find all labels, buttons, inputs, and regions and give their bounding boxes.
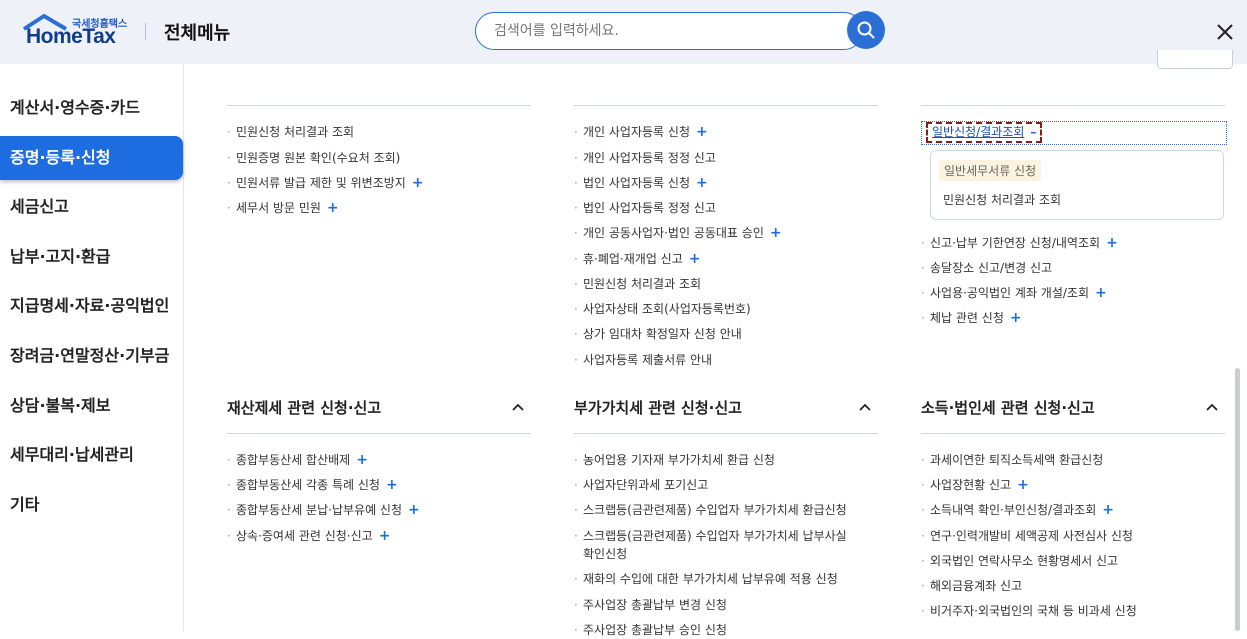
header-divider — [145, 23, 146, 40]
menu-link[interactable]: · 과세이연한 퇴직소득세액 환급신청 — [921, 451, 1103, 469]
submenu-tag: 일반세무서류 신청 — [939, 160, 1042, 181]
expand-icon[interactable]: + — [379, 528, 391, 544]
menu-link[interactable]: · 비거주자·외국법인의 국채 등 비과세 신청 — [921, 602, 1137, 620]
page-title: 전체메뉴 — [164, 23, 231, 44]
menu-link[interactable]: · 스크랩등(금관련제품) 수입업자 부가가치세 환급신청 — [574, 501, 847, 519]
close-icon — [1217, 24, 1233, 40]
menu-link[interactable]: · 스크랩등(금관련제품) 수입업자 부가가치세 납부사실 — [574, 527, 847, 545]
menu-link[interactable]: · 상가 임대차 확정일자 신청 안내 — [574, 325, 742, 343]
sidebar-item-statements[interactable]: 지급명세·자료·공익법인 — [0, 284, 183, 328]
expand-icon[interactable]: + — [386, 477, 398, 493]
top-right-button[interactable] — [1157, 50, 1233, 69]
sidebar-item-receipts[interactable]: 계산서·영수증·카드 — [0, 86, 183, 130]
menu-link[interactable]: · 개인 사업자등록 정정 신고 — [574, 149, 716, 167]
general-request-link[interactable]: 일반신청/결과조회 – — [926, 122, 1043, 143]
expand-icon[interactable]: + — [696, 124, 708, 140]
section-title: 소득·법인세 관련 신청·신고 — [921, 399, 1095, 417]
menu-link[interactable]: · 민원증명 원본 확인(수요처 조회) — [227, 149, 400, 167]
menu-link[interactable]: · 민원신청 처리결과 조회 — [227, 123, 354, 141]
expand-icon[interactable]: + — [1095, 285, 1107, 301]
expand-icon[interactable]: + — [770, 225, 782, 241]
menu-link[interactable]: · 종합부동산세 분납·납부유예 신청 + — [227, 501, 420, 519]
menu-link[interactable]: · 소득내역 확인·부인신청/결과조회 + — [921, 501, 1114, 519]
expand-icon[interactable]: + — [408, 502, 420, 518]
search-button[interactable] — [847, 11, 885, 49]
menu-link[interactable]: · 민원신청 처리결과 조회 — [574, 275, 701, 293]
menu-link[interactable]: · 종합부동산세 합산배제 + — [227, 451, 368, 469]
submenu-link[interactable]: 민원신청 처리결과 조회 — [943, 191, 1061, 208]
section-rule — [574, 433, 878, 434]
sidebar-item-other[interactable]: 기타 — [0, 483, 183, 527]
sidebar-item-certificates[interactable]: 증명·등록·신청 — [0, 136, 183, 180]
expand-icon[interactable]: + — [412, 175, 424, 191]
menu-link[interactable]: · 법인 사업자등록 신청 + — [574, 174, 708, 192]
menu-link[interactable]: · 신고·납부 기한연장 신청/내역조회 + — [921, 234, 1118, 252]
expand-icon[interactable]: + — [696, 175, 708, 191]
expand-icon[interactable]: + — [1010, 310, 1022, 326]
close-button[interactable] — [1213, 20, 1237, 44]
sidebar-item-agent[interactable]: 세무대리·납세관리 — [0, 433, 183, 477]
menu-link[interactable]: · 상속·증여세 관련 신청·신고 + — [227, 527, 391, 545]
menu-link[interactable]: · 사업장현황 신고 + — [921, 476, 1029, 494]
menu-link[interactable]: · 사업자상태 조회(사업자등록번호) — [574, 300, 751, 318]
menu-link[interactable]: · 주사업장 총괄납부 변경 신청 — [574, 596, 727, 614]
section-rule — [574, 105, 878, 106]
menu-link-continued[interactable]: 확인신청 — [583, 545, 627, 563]
search-icon — [857, 21, 875, 39]
sidebar-item-incentives[interactable]: 장려금·연말정산·기부금 — [0, 334, 183, 378]
sidebar-item-payment[interactable]: 납부·고지·환급 — [0, 235, 183, 279]
sidebar: 계산서·영수증·카드 증명·등록·신청 세금신고 납부·고지·환급 지급명세·자… — [0, 64, 184, 631]
logo-text: HomeTax — [26, 25, 116, 48]
menu-link[interactable]: · 외국법인 연락사무소 현황명세서 신고 — [921, 552, 1118, 570]
menu-link[interactable]: · 종합부동산세 각종 특례 신청 + — [227, 476, 398, 494]
expand-icon[interactable]: + — [689, 251, 701, 267]
expand-icon[interactable]: + — [1106, 235, 1118, 251]
section-title: 부가가치세 관련 신청·신고 — [574, 399, 742, 417]
scrollbar-thumb[interactable] — [1235, 368, 1240, 631]
menu-link[interactable]: · 재화의 수입에 대한 부가가치세 납부유예 적용 신청 — [574, 570, 838, 588]
menu-link[interactable]: · 개인 사업자등록 신청 + — [574, 123, 708, 141]
chevron-up-icon[interactable] — [858, 402, 872, 412]
menu-link[interactable]: · 농어업용 기자재 부가가치세 환급 신청 — [574, 451, 775, 469]
submenu-panel: 일반세무서류 신청 민원신청 처리결과 조회 — [930, 150, 1224, 220]
header-bar: 국세청홈택스 HomeTax 전체메뉴 — [0, 0, 1247, 64]
collapse-icon[interactable]: – — [1030, 124, 1036, 141]
expand-icon[interactable]: + — [356, 452, 368, 468]
section-rule — [227, 433, 531, 434]
menu-link[interactable]: · 체납 관련 신청 + — [921, 309, 1022, 327]
menu-link[interactable]: · 주사업장 총괄납부 승인 신청 — [574, 621, 727, 639]
menu-link[interactable]: · 사업자단위과세 포기신고 — [574, 476, 708, 494]
search-input[interactable] — [475, 12, 863, 50]
section-title: 재산제세 관련 신청·신고 — [227, 399, 382, 417]
menu-link[interactable]: · 세무서 방문 민원 + — [227, 199, 339, 217]
menu-link[interactable]: · 휴·폐업·재개업 신고 + — [574, 250, 701, 268]
expand-icon[interactable]: + — [1017, 477, 1029, 493]
menu-link[interactable]: · 송달장소 신고/변경 신고 — [921, 259, 1052, 277]
section-rule — [921, 433, 1225, 434]
section-rule — [921, 105, 1225, 106]
sidebar-item-tax-return[interactable]: 세금신고 — [0, 185, 183, 229]
hometax-logo[interactable]: 국세청홈택스 HomeTax — [22, 14, 128, 50]
menu-link[interactable]: · 연구·인력개발비 세액공제 사전심사 신청 — [921, 527, 1133, 545]
expand-icon[interactable]: + — [327, 200, 339, 216]
menu-link[interactable]: · 사업용·공익법인 계좌 개설/조회 + — [921, 284, 1107, 302]
sidebar-item-consulting[interactable]: 상담·불복·제보 — [0, 384, 183, 428]
menu-link[interactable]: · 법인 사업자등록 정정 신고 — [574, 199, 716, 217]
chevron-up-icon[interactable] — [511, 402, 525, 412]
section-rule — [227, 105, 531, 106]
expand-icon[interactable]: + — [1102, 502, 1114, 518]
menu-link[interactable]: · 민원서류 발급 제한 및 위변조방지 + — [227, 174, 424, 192]
menu-link[interactable]: · 사업자등록 제출서류 안내 — [574, 351, 712, 369]
chevron-up-icon[interactable] — [1205, 402, 1219, 412]
menu-link[interactable]: · 해외금융계좌 신고 — [921, 577, 1022, 595]
menu-link[interactable]: · 개인 공동사업자·법인 공동대표 승인 + — [574, 224, 782, 242]
